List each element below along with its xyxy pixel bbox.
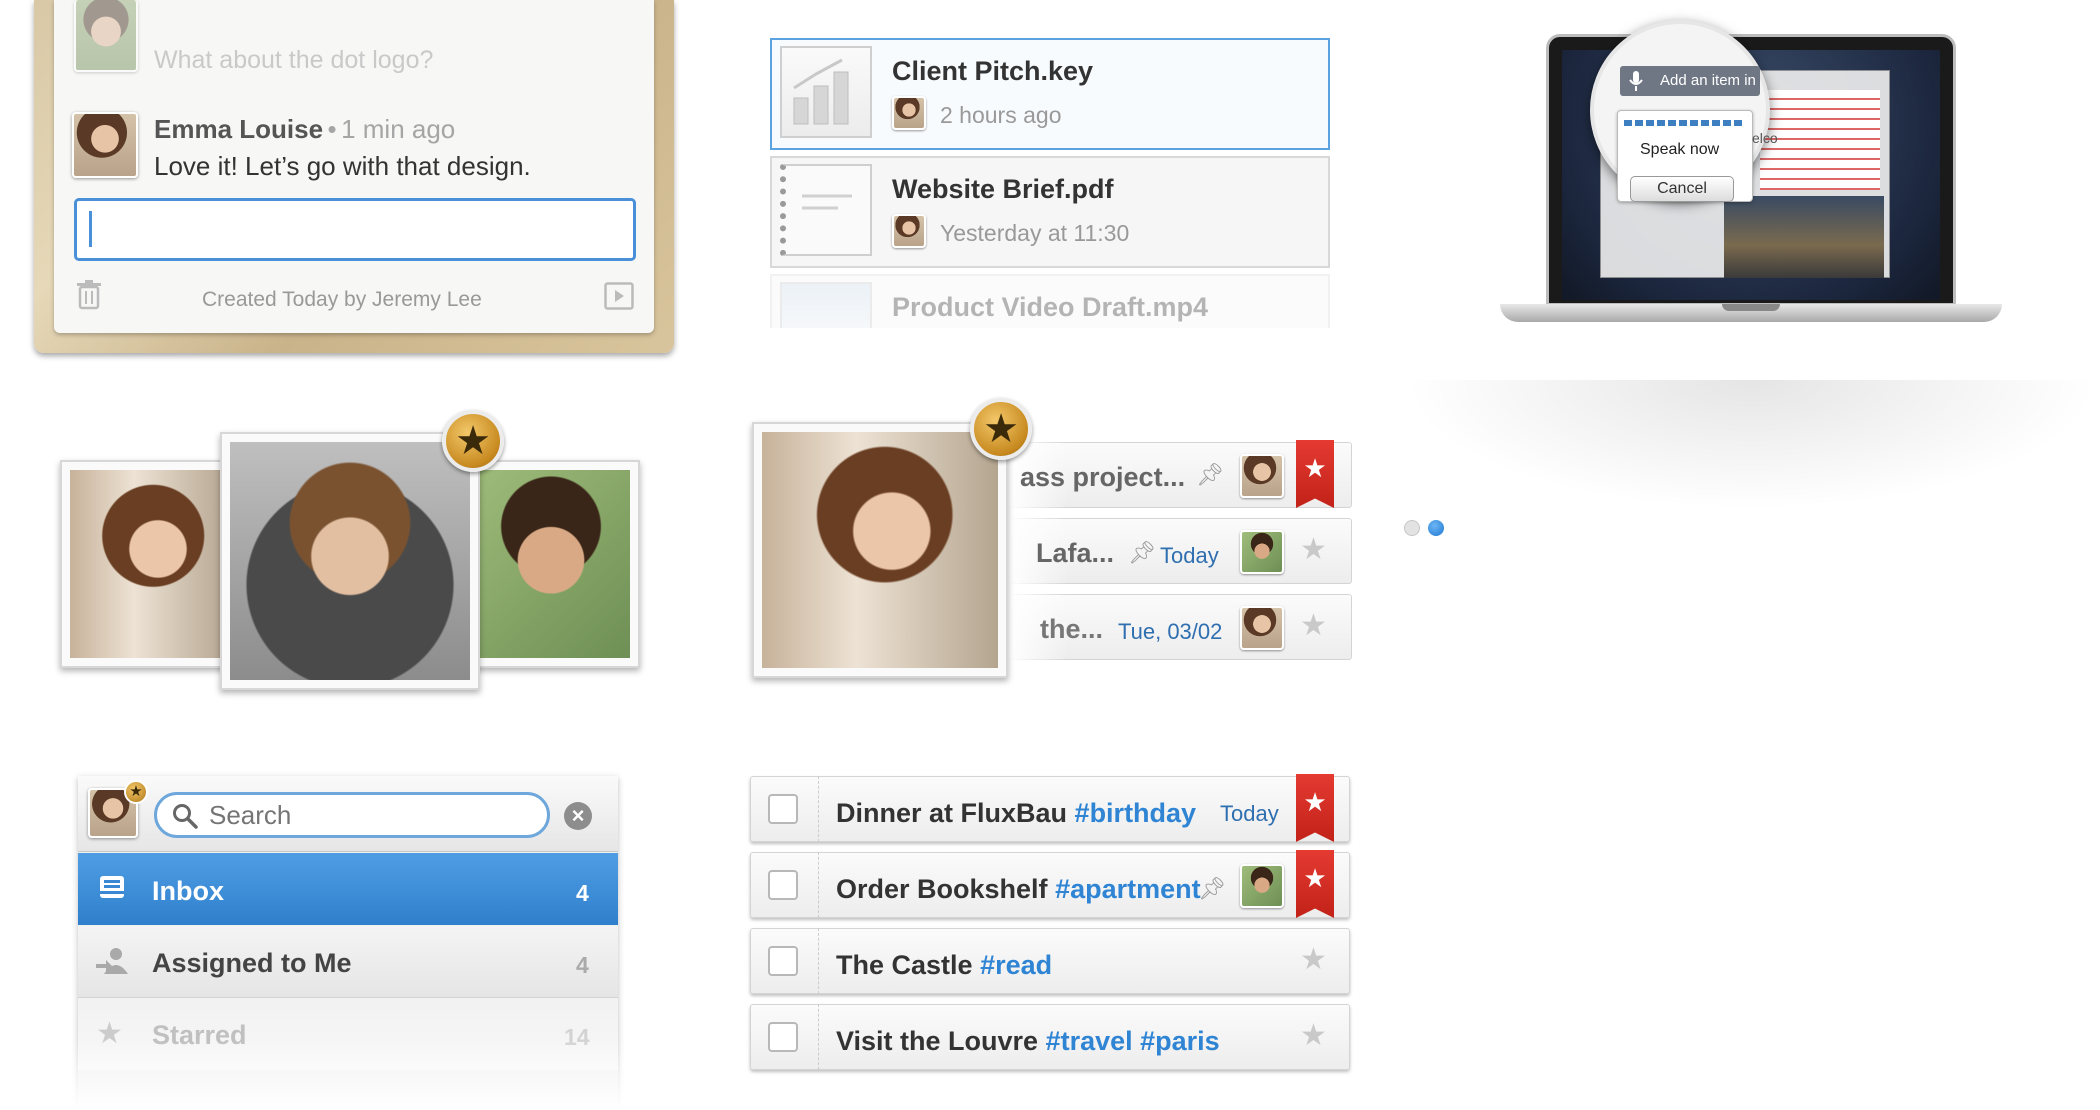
star-icon[interactable]: ★: [1300, 942, 1327, 977]
clear-search-icon[interactable]: ×: [564, 802, 592, 830]
avatar: [72, 112, 138, 178]
comment-author: Emma Louise: [154, 114, 324, 144]
created-by-text: Created Today by Jeremy Lee: [202, 288, 482, 311]
search-input[interactable]: [154, 792, 550, 838]
sidebar-item-count: 4: [576, 952, 589, 978]
star-icon[interactable]: ★: [1300, 1018, 1327, 1053]
separator-dot: •: [327, 114, 337, 144]
audio-level-meter: [1624, 120, 1744, 126]
star-badge-icon: ★: [442, 410, 504, 472]
task-checkbox[interactable]: [768, 870, 798, 900]
sidebar-fade: [60, 1040, 640, 1110]
pin-icon: 📌︎: [1128, 540, 1156, 565]
task-title: the...: [1040, 614, 1104, 644]
microphone-icon[interactable]: [1628, 70, 1644, 92]
background-peek-text: elco: [1752, 130, 1778, 146]
star-badge-icon: ★: [970, 398, 1032, 460]
avatar: [1240, 454, 1284, 498]
task-list-illustration: [1760, 90, 1880, 190]
starred-ribbon[interactable]: ★: [1296, 850, 1334, 918]
task-title: Order Bookshelf #apartment: [836, 874, 1201, 904]
star-icon[interactable]: ★: [1300, 532, 1327, 567]
carousel-dot-active[interactable]: [1428, 520, 1444, 536]
starred-ribbon[interactable]: ★: [1296, 440, 1334, 508]
inbox-icon: [98, 874, 126, 900]
avatar: [74, 0, 138, 72]
avatar: [1240, 606, 1284, 650]
task-checkbox[interactable]: [768, 946, 798, 976]
comment-time: 1 min ago: [341, 114, 456, 144]
video-file-icon: [780, 282, 872, 328]
cancel-button[interactable]: Cancel: [1630, 176, 1734, 202]
task-tag[interactable]: #birthday: [1075, 798, 1197, 828]
speak-now-label: Speak now: [1640, 141, 1720, 158]
due-date: Today: [1220, 801, 1279, 826]
star-icon[interactable]: ★: [1300, 608, 1327, 643]
task-checkbox[interactable]: [768, 794, 798, 824]
due-date: Today: [1160, 543, 1219, 568]
assigned-user-icon: [94, 946, 130, 976]
sidebar-item-label: Inbox: [152, 876, 224, 906]
task-title: The Castle #read: [836, 950, 1053, 980]
due-date: Tue, 03/02: [1118, 619, 1223, 644]
document-file-icon: [780, 164, 872, 256]
divider: [818, 928, 819, 994]
member-photo-owner[interactable]: [220, 432, 480, 690]
sidebar-item-label: Assigned to Me: [152, 948, 352, 978]
comment-input[interactable]: [74, 198, 636, 261]
member-photo[interactable]: [752, 422, 1008, 678]
trash-icon[interactable]: [76, 280, 102, 310]
avatar: [1240, 530, 1284, 574]
starred-ribbon[interactable]: ★: [1296, 774, 1334, 842]
divider: [818, 852, 819, 918]
chart-file-icon: [780, 46, 872, 138]
search-icon: [172, 803, 198, 829]
avatar: [892, 96, 926, 130]
star-badge-icon: ★: [124, 780, 148, 804]
task-title: Dinner at FluxBau #birthday: [836, 798, 1197, 828]
comment-message: Love it! Let’s go with that design.: [154, 151, 531, 181]
task-title: Visit the Louvre #travel #paris: [836, 1026, 1220, 1056]
task-tag[interactable]: #travel #paris: [1046, 1026, 1220, 1056]
divider: [818, 1004, 819, 1070]
task-tag[interactable]: #read: [980, 950, 1052, 980]
collapse-panel-icon[interactable]: [604, 282, 634, 310]
add-item-text: Add an item in: [1660, 72, 1756, 89]
file-name: Product Video Draft.mp4: [892, 292, 1209, 322]
comment-header: Emma Louise • 1 min ago: [154, 114, 455, 145]
member-photo[interactable]: [462, 460, 640, 668]
text-caret: [89, 211, 92, 247]
previous-comment-text: What about the dot logo?: [154, 46, 434, 74]
task-tag[interactable]: #apartment: [1055, 874, 1201, 904]
divider: [818, 776, 819, 842]
task-title: Lafa...: [1036, 538, 1115, 568]
trackpad-notch: [1722, 304, 1780, 311]
avatar: [892, 214, 926, 248]
sidebar-item-count: 4: [576, 880, 589, 906]
file-name: Client Pitch.key: [892, 56, 1094, 86]
member-photo[interactable]: [60, 460, 240, 668]
task-title: ass project...: [1020, 462, 1186, 492]
file-name: Website Brief.pdf: [892, 174, 1114, 204]
file-meta: 2 hours ago: [940, 102, 1062, 128]
pin-icon: 📌︎: [1196, 462, 1224, 487]
carousel-dot[interactable]: [1404, 520, 1420, 536]
avatar: [1240, 864, 1284, 908]
carousel-shadow: [1402, 380, 2100, 510]
task-checkbox[interactable]: [768, 1022, 798, 1052]
pin-icon: 📌︎: [1198, 876, 1226, 901]
photo-illustration: [1724, 196, 1884, 278]
file-meta: Yesterday at 11:30: [940, 220, 1130, 246]
